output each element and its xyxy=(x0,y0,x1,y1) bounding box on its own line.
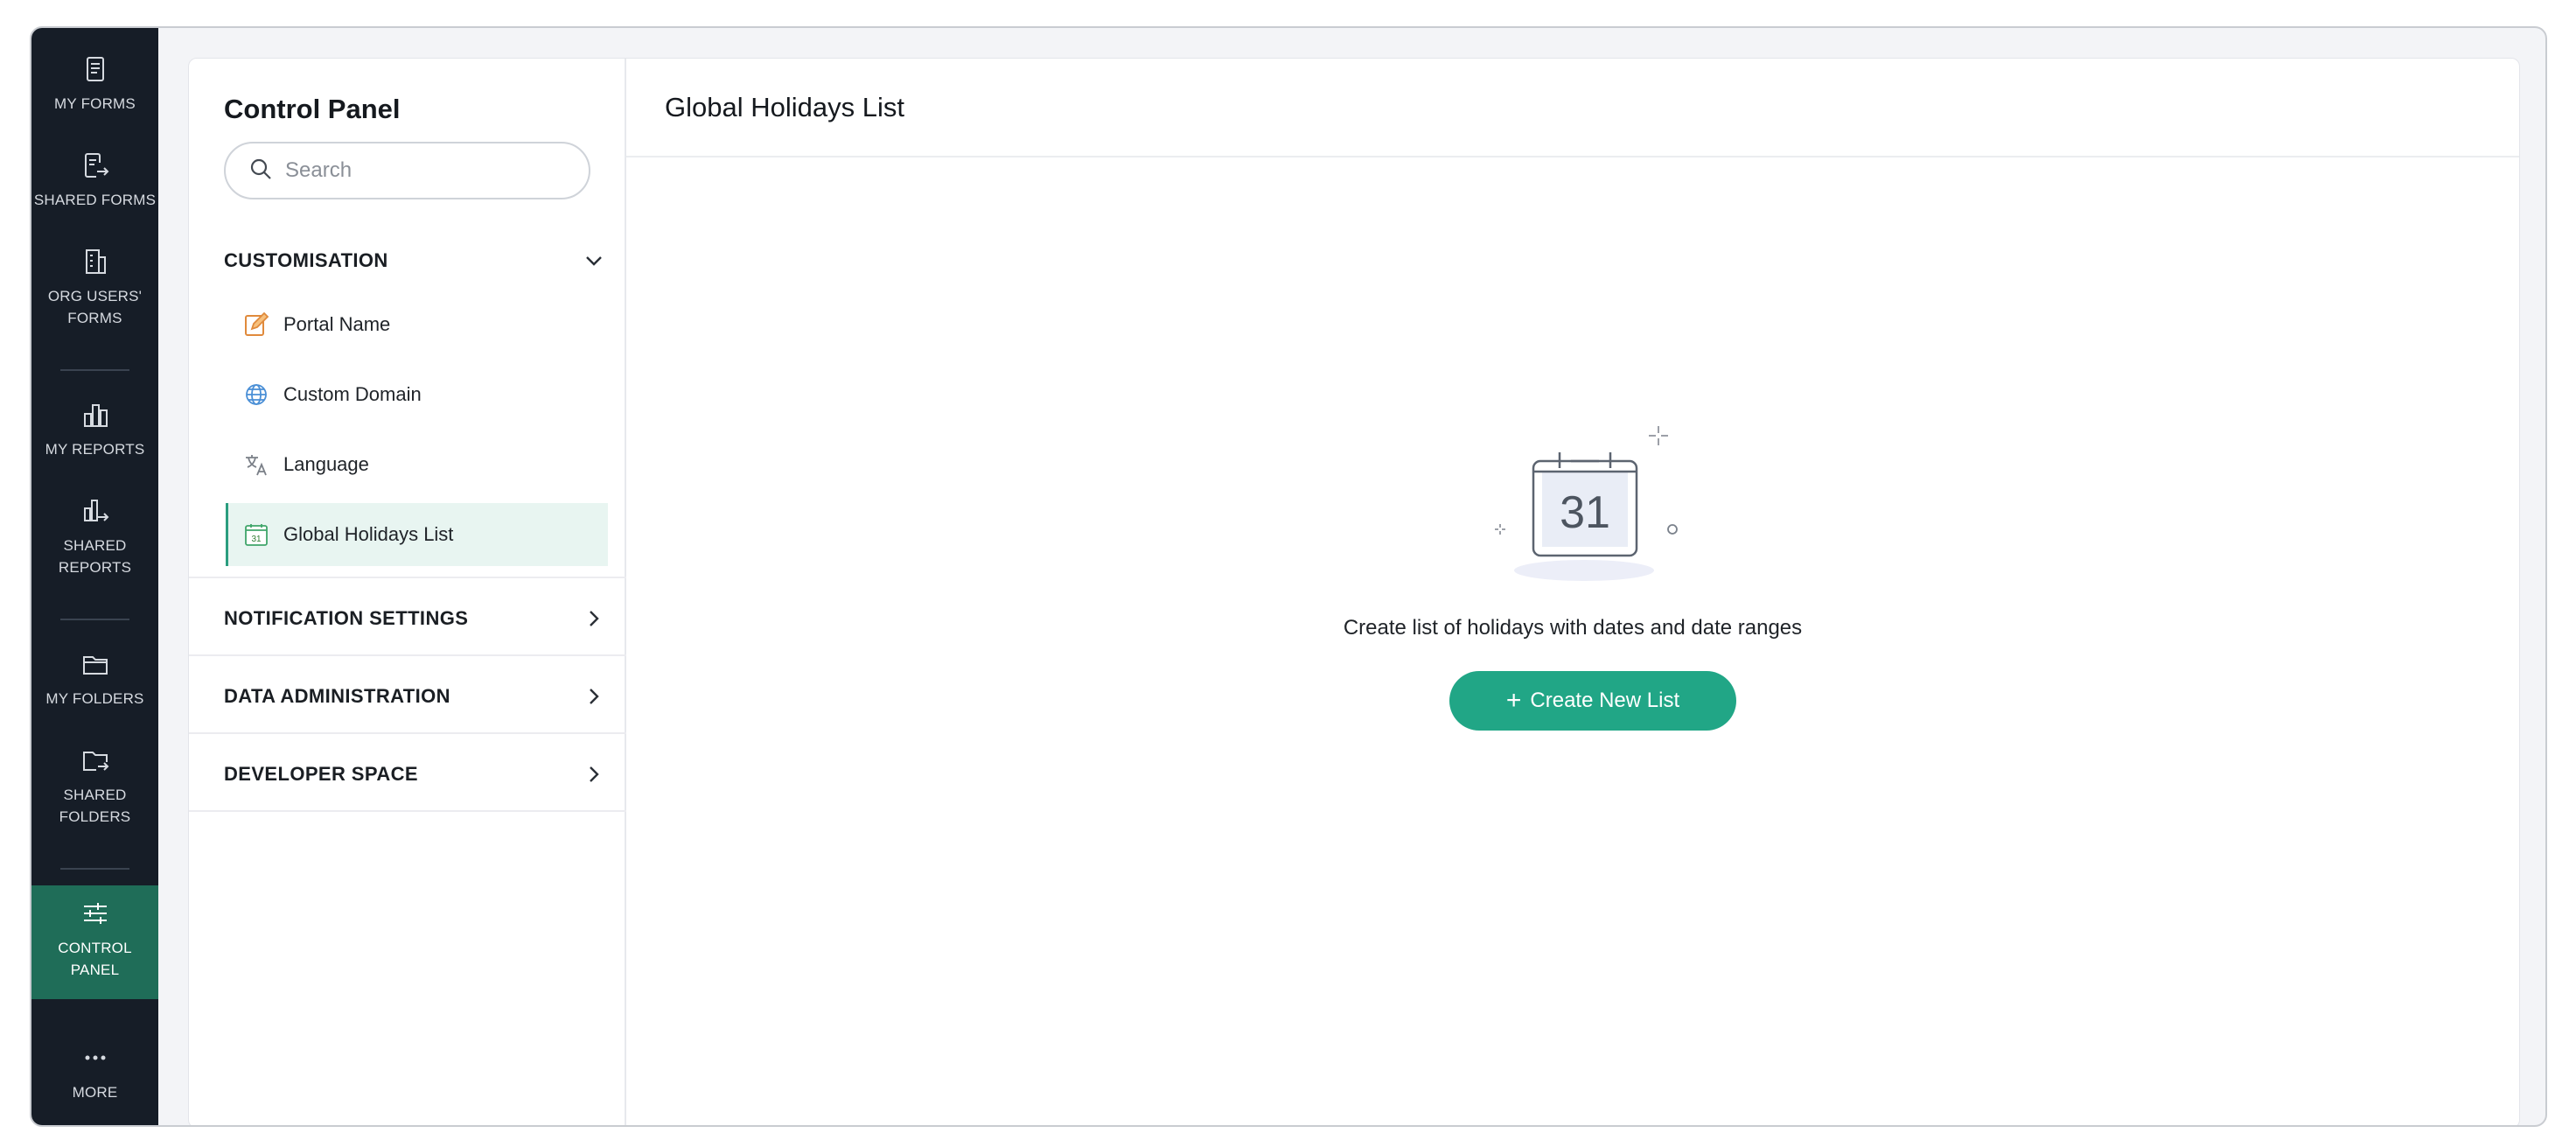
sidebar-item-language[interactable]: Language xyxy=(226,433,608,496)
nav-my-folders[interactable]: MY FOLDERS xyxy=(31,649,158,710)
nav-label: SHARED REPORTS xyxy=(58,537,132,576)
section-divider xyxy=(189,654,626,656)
empty-calendar-illustration: 31 xyxy=(1494,417,1686,592)
section-data-administration[interactable]: DATA ADMINISTRATION xyxy=(224,685,626,708)
section-divider xyxy=(189,810,626,812)
bar-chart-icon xyxy=(80,400,110,430)
search-input[interactable] xyxy=(285,158,565,183)
nav-my-forms[interactable]: MY FORMS xyxy=(31,54,158,115)
nav-label: CONTROL PANEL xyxy=(58,940,132,978)
form-icon xyxy=(80,54,110,84)
shared-form-icon xyxy=(80,150,110,180)
content-panel: Control Panel CUSTOMISATION xyxy=(188,58,2520,1125)
building-icon xyxy=(80,247,110,276)
nav-shared-forms[interactable]: SHARED FORMS xyxy=(31,150,158,211)
nav-label: MORE xyxy=(72,1084,118,1101)
sidebar-item-portal-name[interactable]: Portal Name xyxy=(226,293,608,356)
nav-label: SHARED FORMS xyxy=(33,192,157,208)
create-new-list-label: Create New List xyxy=(1530,689,1680,712)
rail-divider xyxy=(60,868,129,870)
section-divider xyxy=(189,577,626,578)
control-panel-title: Control Panel xyxy=(224,94,401,124)
page-header: Global Holidays List xyxy=(626,59,2519,157)
search-box[interactable] xyxy=(224,142,590,199)
sliders-icon xyxy=(80,899,110,928)
nav-label: SHARED FOLDERS xyxy=(59,787,131,825)
page-title: Global Holidays List xyxy=(665,92,904,122)
chevron-down-icon xyxy=(583,249,605,272)
calendar-day-number: 31 xyxy=(1560,487,1610,538)
sidebar-item-label: Language xyxy=(283,453,369,475)
translate-icon xyxy=(243,451,269,478)
create-new-list-button[interactable]: + Create New List xyxy=(1449,671,1736,731)
rail-divider xyxy=(60,369,129,371)
globe-icon xyxy=(243,381,269,408)
chevron-right-icon xyxy=(583,763,605,786)
chevron-right-icon xyxy=(583,685,605,708)
section-label: NOTIFICATION SETTINGS xyxy=(224,607,469,629)
svg-text:31: 31 xyxy=(251,535,262,544)
control-panel-sidebar: Control Panel CUSTOMISATION xyxy=(189,59,626,1125)
nav-control-panel[interactable]: CONTROL PANEL xyxy=(31,885,158,999)
edit-pencil-icon xyxy=(243,311,269,338)
plus-icon: + xyxy=(1505,686,1522,715)
sidebar-item-label: Portal Name xyxy=(283,313,391,335)
chevron-right-icon xyxy=(583,607,605,630)
app-window: MY FORMS SHARED FORMS ORG USERS' FORMS M… xyxy=(30,26,2547,1127)
nav-label: MY FORMS xyxy=(54,95,136,112)
nav-more[interactable]: MORE xyxy=(31,1043,158,1103)
rail-divider xyxy=(60,619,129,620)
sidebar-item-label: Custom Domain xyxy=(283,383,422,405)
section-label: DEVELOPER SPACE xyxy=(224,763,418,785)
section-notification-settings[interactable]: NOTIFICATION SETTINGS xyxy=(224,607,626,630)
nav-my-reports[interactable]: MY REPORTS xyxy=(31,400,158,460)
section-label: CUSTOMISATION xyxy=(224,249,388,271)
main-content: Global Holidays List 31 Create list of h… xyxy=(626,59,2519,1125)
section-label: DATA ADMINISTRATION xyxy=(224,685,450,707)
nav-shared-reports[interactable]: SHARED REPORTS xyxy=(31,496,158,578)
nav-org-users-forms[interactable]: ORG USERS' FORMS xyxy=(31,247,158,329)
calendar-icon: 31 xyxy=(243,521,269,548)
nav-shared-folders[interactable]: SHARED FOLDERS xyxy=(31,745,158,828)
sidebar-item-label: Global Holidays List xyxy=(283,523,454,545)
folder-icon xyxy=(80,649,110,679)
sidebar-item-global-holidays-list[interactable]: 31 Global Holidays List xyxy=(226,503,608,566)
search-icon xyxy=(248,157,285,185)
nav-label: MY FOLDERS xyxy=(45,690,144,707)
shared-report-icon xyxy=(80,496,110,526)
section-divider xyxy=(189,732,626,734)
shared-folder-icon xyxy=(80,745,110,775)
nav-label: MY REPORTS xyxy=(45,441,145,458)
section-developer-space[interactable]: DEVELOPER SPACE xyxy=(224,763,626,786)
more-dots-icon xyxy=(80,1043,110,1073)
nav-label: ORG USERS' FORMS xyxy=(47,288,143,326)
left-nav-rail: MY FORMS SHARED FORMS ORG USERS' FORMS M… xyxy=(31,28,158,1125)
section-customisation[interactable]: CUSTOMISATION xyxy=(224,249,626,272)
empty-state-message: Create list of holidays with dates and d… xyxy=(1343,616,1803,640)
sidebar-item-custom-domain[interactable]: Custom Domain xyxy=(226,363,608,426)
